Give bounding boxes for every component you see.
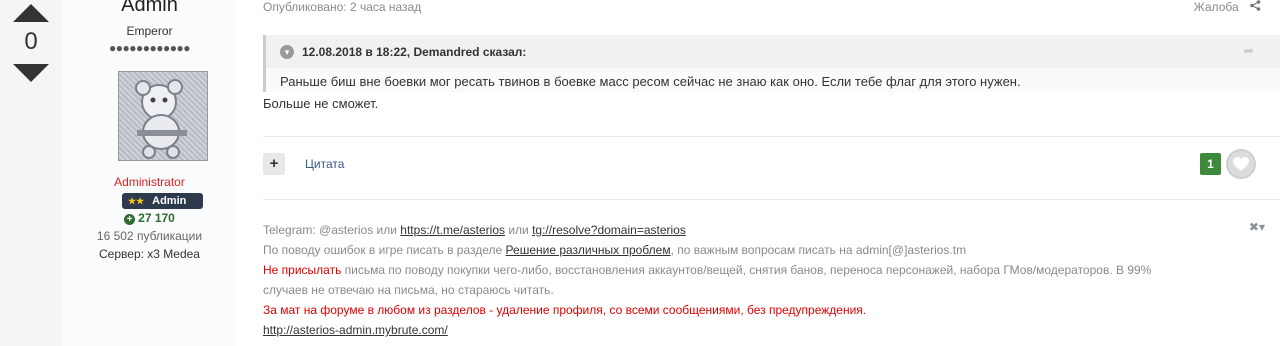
signature-line-1: Telegram: @asterios или https://t.me/ast…	[263, 220, 1263, 240]
signature-text: По поводу ошибок в игре писать в разделе	[263, 243, 506, 257]
reputation-value: 27 170	[138, 211, 175, 225]
post-body: Больше не сможет.	[263, 96, 379, 111]
quote-author: 12.08.2018 в 18:22, Demandred сказал:	[302, 45, 527, 59]
signature-tools[interactable]: ✖▾	[1249, 220, 1265, 234]
vote-column: 0	[0, 0, 62, 346]
tg-resolve-link[interactable]: tg://resolve?domain=asterios	[532, 223, 686, 237]
reputation-plus-icon: +	[124, 214, 136, 225]
author-title: Emperor	[126, 24, 173, 38]
signature-line-4: случаев не отвечаю на письма, но стараюс…	[263, 283, 554, 297]
signature-warning: Не присылать	[263, 263, 342, 277]
signature-text: , по важным вопросам писать на admin[@]a…	[670, 243, 967, 257]
heart-icon	[1233, 157, 1249, 171]
signature-line-6: http://asterios-admin.mybrute.com/	[263, 320, 1263, 340]
close-icon[interactable]: ✖	[1249, 220, 1259, 234]
share-icon[interactable]	[1250, 0, 1261, 14]
problems-section-link[interactable]: Решение различных проблем	[506, 243, 671, 257]
vote-down-icon[interactable]	[13, 64, 49, 82]
signature-rule: За мат на форуме в любом из разделов - у…	[263, 303, 867, 317]
vote-count: 0	[24, 28, 38, 55]
signature-text: письма по поводу покупки чего-либо, восс…	[341, 263, 1152, 277]
badge-stars: ★★	[128, 196, 145, 206]
quote-text: Раньше биш вне боевки мог ресать твинов …	[280, 74, 1021, 89]
mybrute-link[interactable]: http://asterios-admin.mybrute.com/	[263, 323, 448, 337]
signature-text: или	[505, 223, 533, 237]
like-count[interactable]: 1	[1200, 153, 1221, 175]
badge-label: Admin	[152, 195, 187, 207]
like-button[interactable]	[1226, 149, 1256, 179]
signature-text: Telegram: @asterios или	[263, 223, 401, 237]
reputation: +27 170	[62, 211, 237, 225]
quote-header: ▾ 12.08.2018 в 18:22, Demandred сказал: …	[266, 35, 1280, 68]
signature-line-3: Не присылать письма по поводу покупки че…	[263, 260, 1263, 280]
multiquote-button[interactable]: +	[263, 153, 285, 175]
collapse-icon[interactable]: ▾	[280, 45, 294, 59]
telegram-link[interactable]: https://t.me/asterios	[400, 223, 505, 237]
quote-share-icon[interactable]: ➦	[1243, 43, 1254, 59]
post-count: 16 502 публикации	[96, 229, 203, 243]
divider	[263, 136, 1280, 137]
signature: Telegram: @asterios или https://t.me/ast…	[263, 220, 1263, 340]
rank-pips: ●●●●●●●●●●●●	[109, 41, 190, 55]
user-group: Administrator	[114, 175, 185, 189]
signature-line-2: По поводу ошибок в игре писать в разделе…	[263, 240, 1263, 260]
quote-button[interactable]: Цитата	[305, 157, 344, 171]
author-panel: Admin Emperor ●●●●●●●●●●●● Administrator…	[62, 0, 237, 346]
quote-block: ▾ 12.08.2018 в 18:22, Demandred сказал: …	[263, 35, 1280, 92]
chevron-down-icon[interactable]: ▾	[1259, 220, 1265, 234]
post-content: Опубликовано: 2 часа назад Жалоба ▾ 12.0…	[237, 0, 1282, 346]
avatar[interactable]	[118, 71, 208, 161]
divider	[263, 199, 1280, 200]
server-info: Сервер: x3 Medea	[99, 247, 200, 261]
report-label[interactable]: Жалоба	[1194, 0, 1239, 14]
author-name[interactable]: Admin	[62, 0, 237, 17]
vote-up-icon[interactable]	[13, 4, 49, 22]
group-badge: ★★ Admin	[122, 193, 203, 209]
published-time: Опубликовано: 2 часа назад	[263, 0, 422, 14]
report-link[interactable]: Жалоба	[1194, 0, 1261, 14]
